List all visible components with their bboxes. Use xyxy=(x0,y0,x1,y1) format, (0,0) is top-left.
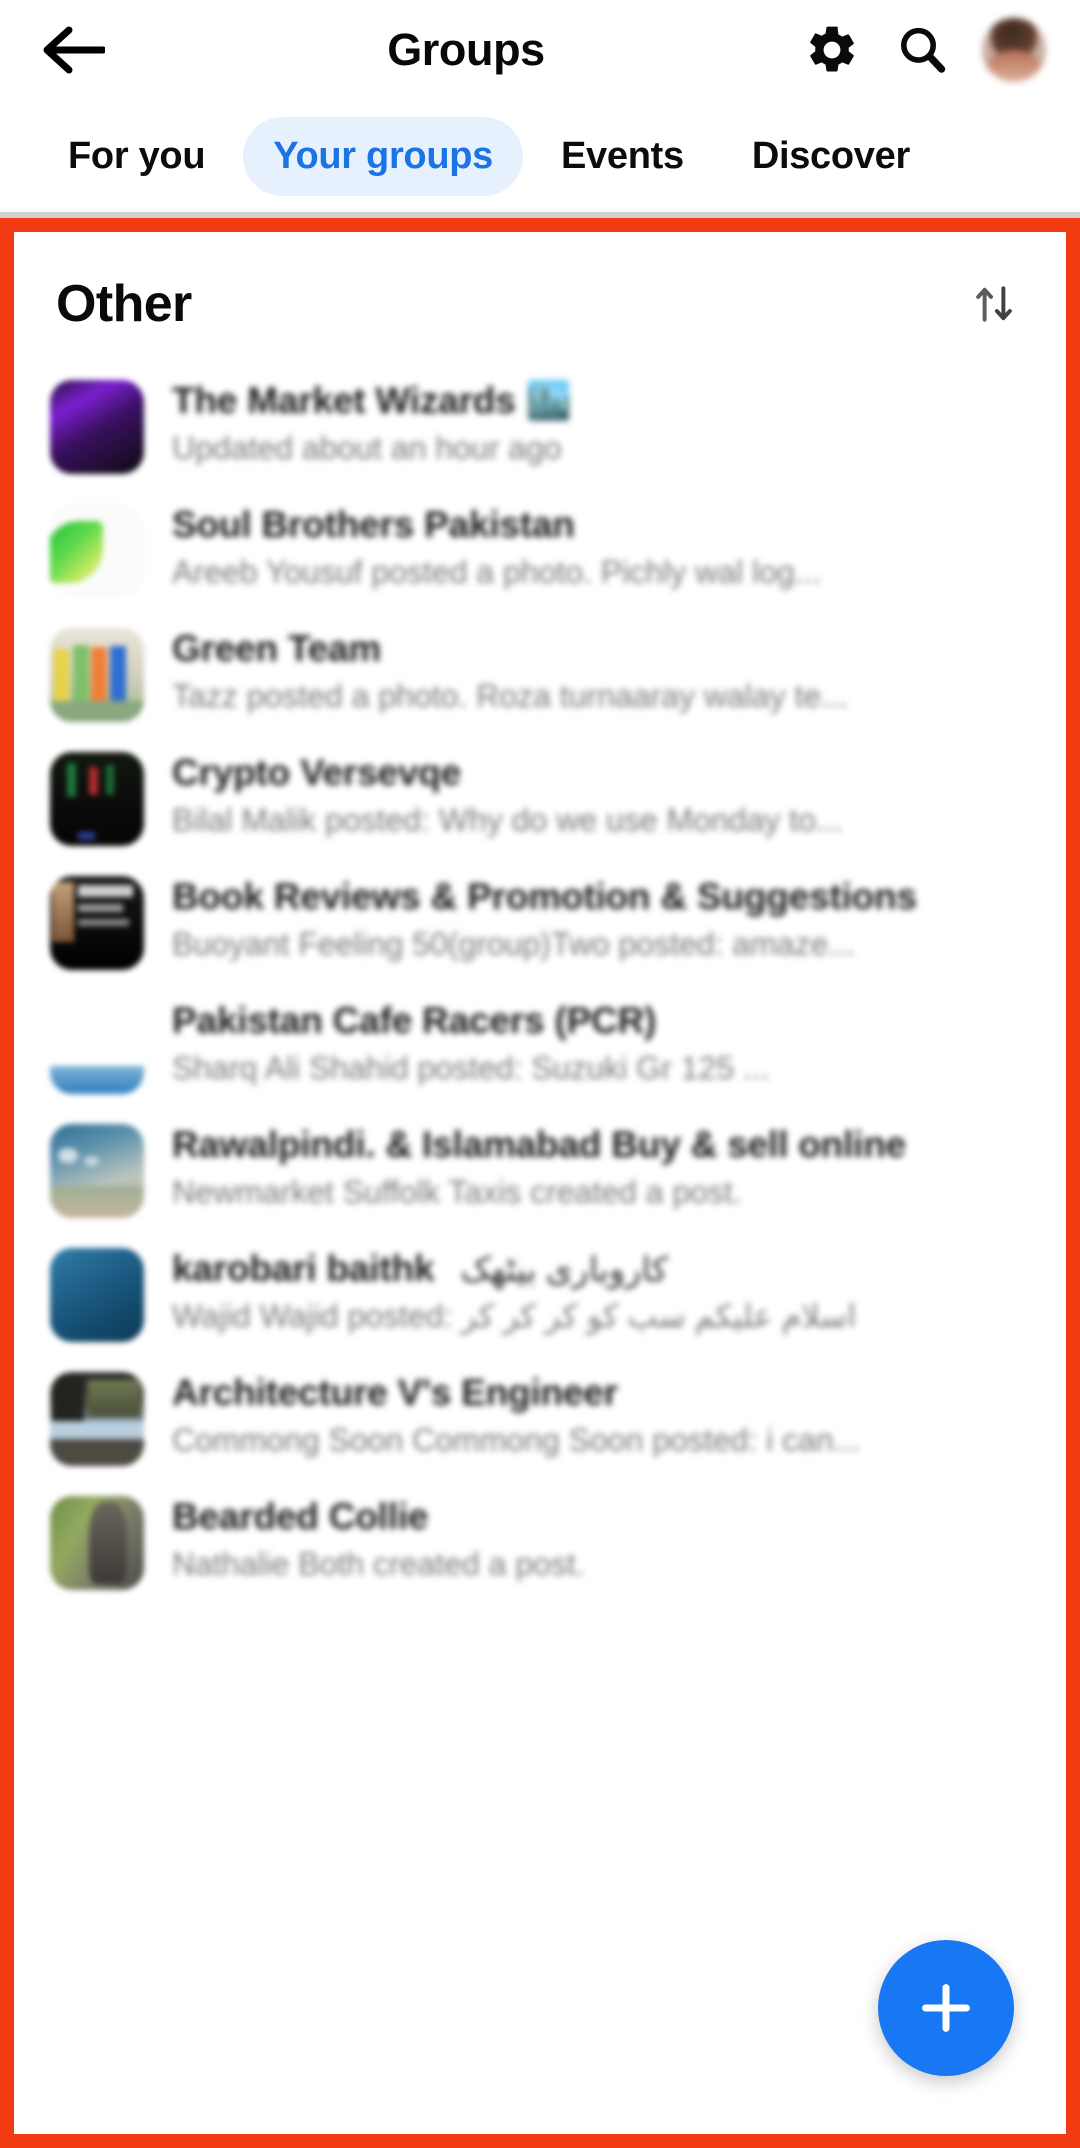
group-subtitle: Wajid Wajid posted: اسلام علیکم سب کو کر… xyxy=(172,1298,1026,1335)
group-name: Soul Brothers Pakistan xyxy=(172,504,575,545)
group-subtitle: Newmarket Suffolk Taxis created a post. xyxy=(172,1174,742,1211)
group-thumbnail xyxy=(50,380,144,474)
list-item[interactable]: Architecture V's Engineer Commong Soon C… xyxy=(14,1356,1066,1480)
group-thumbnail xyxy=(50,1496,144,1590)
list-item-text: karobari baithk کاروباری بیٹھک Wajid Waji… xyxy=(172,1246,1026,1335)
section-title: Other xyxy=(56,275,192,333)
group-name: Pakistan Cafe Racers (PCR) xyxy=(172,1000,657,1041)
highlight-frame: Other The Market Wizards 🏙️ Updated abou… xyxy=(0,218,1080,2148)
list-item-text: Bearded Collie Nathalie Both created a p… xyxy=(172,1494,1026,1583)
group-name: Book Reviews & Promotion & Suggestions xyxy=(172,876,917,917)
group-thumbnail xyxy=(50,876,144,970)
back-arrow-icon xyxy=(43,26,105,74)
group-thumbnail xyxy=(50,752,144,846)
section-header: Other xyxy=(14,232,1066,364)
groups-screen: Groups For you Your groups Events Discov… xyxy=(0,0,1080,2148)
group-subtitle: Areeb Yousuf posted a photo. Pichly wal … xyxy=(172,554,822,591)
back-button[interactable] xyxy=(36,12,112,88)
group-subtitle: Nathalie Both created a post. xyxy=(172,1546,585,1583)
list-item[interactable]: Rawalpindi. & Islamabad Buy & sell onlin… xyxy=(14,1108,1066,1232)
tab-for-you[interactable]: For you xyxy=(38,117,235,196)
list-item-text: Green Team Tazz posted a photo. Roza tur… xyxy=(172,626,1026,715)
top-bar-actions xyxy=(802,18,1052,82)
plus-icon xyxy=(922,1984,970,2032)
tab-your-groups[interactable]: Your groups xyxy=(243,116,523,196)
sort-button[interactable] xyxy=(966,276,1022,332)
group-name: Bearded Collie xyxy=(172,1496,429,1537)
group-thumbnail xyxy=(50,504,144,598)
group-subtitle: Sharq Ali Shahid posted: Suzuki Gr 125 .… xyxy=(172,1050,770,1087)
group-thumbnail xyxy=(50,628,144,722)
list-item[interactable]: Bearded Collie Nathalie Both created a p… xyxy=(14,1480,1066,1604)
list-item[interactable]: Soul Brothers Pakistan Areeb Yousuf post… xyxy=(14,488,1066,612)
tab-discover[interactable]: Discover xyxy=(722,117,940,196)
list-item-text: The Market Wizards 🏙️ Updated about an h… xyxy=(172,378,1026,467)
sort-arrows-icon xyxy=(976,286,1012,322)
group-subtitle: Bilal Malik posted: Why do we use Monday… xyxy=(172,802,843,839)
group-subtitle: Updated about an hour ago xyxy=(172,430,562,467)
list-item[interactable]: The Market Wizards 🏙️ Updated about an h… xyxy=(14,364,1066,488)
create-group-fab[interactable] xyxy=(878,1940,1014,2076)
group-thumbnail xyxy=(50,1248,144,1342)
list-item-text: Soul Brothers Pakistan Areeb Yousuf post… xyxy=(172,502,1026,591)
group-name: Crypto Versevqe xyxy=(172,752,462,793)
search-icon xyxy=(900,27,946,73)
list-item-text: Crypto Versevqe Bilal Malik posted: Why … xyxy=(172,750,1026,839)
list-item[interactable]: Green Team Tazz posted a photo. Roza tur… xyxy=(14,612,1066,736)
list-item-text: Book Reviews & Promotion & Suggestions B… xyxy=(172,874,1026,963)
group-name: karobari baithk کاروباری بیٹھک xyxy=(172,1248,1026,1290)
group-thumbnail xyxy=(50,1372,144,1466)
group-subtitle-latin: Wajid Wajid posted: xyxy=(172,1298,453,1335)
group-name: Rawalpindi. & Islamabad Buy & sell onlin… xyxy=(172,1124,907,1165)
group-name-urdu: کاروباری بیٹھک xyxy=(460,1251,669,1289)
top-app-bar: Groups xyxy=(0,0,1080,100)
list-item[interactable]: Book Reviews & Promotion & Suggestions B… xyxy=(14,860,1066,984)
group-name: Green Team xyxy=(172,628,382,669)
list-item-text: Pakistan Cafe Racers (PCR) Sharq Ali Sha… xyxy=(172,998,1026,1087)
settings-button[interactable] xyxy=(802,20,862,80)
gear-icon xyxy=(810,26,854,72)
group-name-latin: karobari baithk xyxy=(172,1248,435,1289)
page-title: Groups xyxy=(387,24,545,75)
group-subtitle: Commong Soon Commong Soon posted: i can.… xyxy=(172,1422,861,1459)
list-item-text: Architecture V's Engineer Commong Soon C… xyxy=(172,1370,1026,1459)
group-subtitle: Buoyant Feeling 50(group)Two posted: ama… xyxy=(172,926,856,963)
list-item[interactable]: Pakistan Cafe Racers (PCR) Sharq Ali Sha… xyxy=(14,984,1066,1108)
group-thumbnail xyxy=(50,1124,144,1218)
group-thumbnail xyxy=(50,1000,144,1094)
group-list: The Market Wizards 🏙️ Updated about an h… xyxy=(14,364,1066,1604)
list-item-text: Rawalpindi. & Islamabad Buy & sell onlin… xyxy=(172,1122,1026,1211)
search-button[interactable] xyxy=(892,20,952,80)
tab-bar: For you Your groups Events Discover xyxy=(0,100,1080,212)
list-item[interactable]: karobari baithk کاروباری بیٹھک Wajid Waji… xyxy=(14,1232,1066,1356)
group-subtitle-urdu: اسلام علیکم سب کو کر کر کر xyxy=(461,1298,857,1335)
your-groups-panel: Other The Market Wizards 🏙️ Updated abou… xyxy=(14,232,1066,2134)
avatar[interactable] xyxy=(982,18,1046,82)
list-item[interactable]: Crypto Versevqe Bilal Malik posted: Why … xyxy=(14,736,1066,860)
group-subtitle: Tazz posted a photo. Roza turnaaray wala… xyxy=(172,678,848,715)
group-name: Architecture V's Engineer xyxy=(172,1372,618,1413)
tab-events[interactable]: Events xyxy=(531,117,714,196)
group-name: The Market Wizards 🏙️ xyxy=(172,380,572,421)
